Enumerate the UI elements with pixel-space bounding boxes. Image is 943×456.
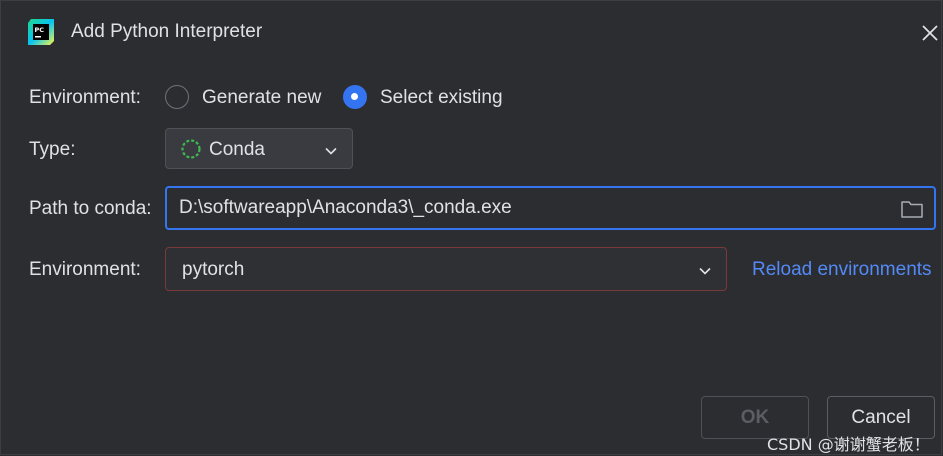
select-existing-radio[interactable] — [343, 85, 367, 109]
dialog-title: Add Python Interpreter — [71, 21, 263, 42]
path-to-conda-field — [165, 186, 936, 230]
type-dropdown[interactable]: Conda — [165, 128, 353, 169]
add-python-interpreter-dialog: PC Add Python Interpreter Environment: G… — [0, 0, 942, 455]
type-value: Conda — [209, 139, 265, 160]
environment-value: pytorch — [182, 259, 245, 280]
conda-icon — [180, 138, 202, 160]
svg-text:PC: PC — [35, 26, 45, 34]
pycharm-logo-icon: PC — [28, 19, 54, 45]
environment-label: Environment: — [29, 259, 141, 280]
generate-new-label[interactable]: Generate new — [202, 87, 321, 109]
watermark: CSDN @谢谢蟹老板！ — [767, 435, 930, 454]
radio-dot — [351, 93, 358, 100]
folder-icon[interactable] — [900, 198, 924, 220]
path-to-conda-input[interactable] — [179, 188, 889, 228]
close-icon[interactable] — [915, 18, 943, 48]
reload-environments-link[interactable]: Reload environments — [752, 259, 932, 281]
title-bar[interactable]: PC Add Python Interpreter — [1, 1, 941, 63]
path-to-conda-label: Path to conda: — [29, 198, 152, 219]
chevron-down-icon — [324, 142, 338, 156]
chevron-down-icon — [698, 262, 712, 276]
generate-new-radio[interactable] — [165, 85, 189, 109]
select-existing-label[interactable]: Select existing — [380, 87, 503, 109]
environment-mode-label: Environment: — [29, 87, 141, 108]
environment-dropdown[interactable]: pytorch — [165, 247, 727, 291]
type-label: Type: — [29, 139, 76, 160]
